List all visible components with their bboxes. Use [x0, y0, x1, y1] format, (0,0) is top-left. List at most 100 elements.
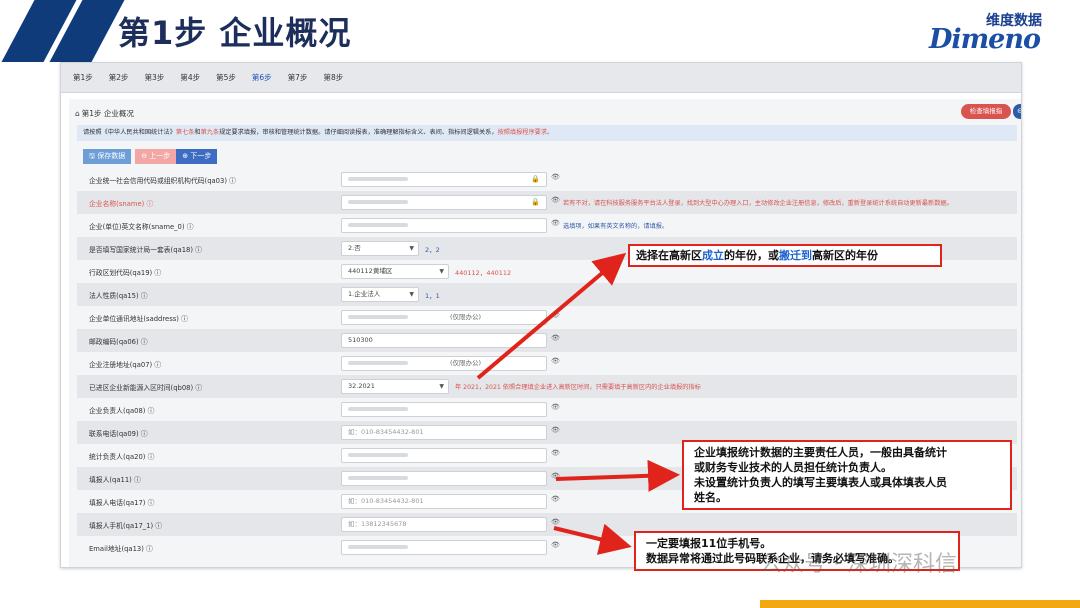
value-hint: 1，1 [425, 292, 440, 300]
notice-banner: 请按照《中华人民共和国统计法》第七条和第九条规定要求填报，审核和管理统计数据。请… [77, 125, 1017, 141]
help-icon[interactable]: ⓘ [193, 384, 202, 392]
redacted-value [348, 476, 408, 480]
tab-step-7[interactable]: 第7步 [280, 72, 316, 83]
tab-step-6[interactable]: 第6步 [244, 72, 280, 83]
help-icon[interactable]: ⓘ [132, 476, 141, 484]
check-report-button[interactable]: 检查填报指 [961, 104, 1011, 119]
eye-icon[interactable]: 👁 [551, 403, 560, 411]
form-row: 企业注册地址(qa07) ⓘ (仅限办公) 👁 [77, 352, 1017, 375]
next-step-button[interactable]: ⊕ 下一步 [176, 149, 218, 164]
text-input[interactable]: 510300 [341, 333, 547, 348]
text-input[interactable]: (仅限办公) [341, 356, 547, 371]
logo-en-text: Dimeno [928, 24, 1041, 55]
help-icon[interactable]: ⓘ [193, 246, 202, 254]
eye-icon[interactable]: 👁 [551, 541, 560, 549]
select-field[interactable]: 1.企业法人 ▼ [341, 287, 419, 302]
redacted-value [348, 200, 408, 204]
chevron-down-icon: ▼ [409, 245, 414, 252]
select-field[interactable]: 32.2021 ▼ [341, 379, 449, 394]
help-icon[interactable]: ⓘ [179, 315, 188, 323]
redacted-value [348, 177, 408, 181]
chevron-down-icon: ▼ [409, 291, 414, 298]
help-icon[interactable]: ⓘ [145, 499, 155, 507]
field-label: 邮政编码(qa06) ⓘ [89, 338, 148, 346]
dimeno-logo: 维度数据 Dimeno [912, 10, 1042, 58]
field-label: 已进区企业新能源入区时间(qb08) ⓘ [89, 384, 203, 392]
save-data-button[interactable]: 🖫 保存数据 [83, 149, 132, 164]
action-buttons: 🖫 保存数据 ⊖ 上一步 ⊕ 下一步 [83, 149, 218, 164]
text-input[interactable]: 🔒 [341, 195, 547, 210]
form-row: 企业单位通讯地址(saddress) ⓘ (仅限办公) 👁 [77, 306, 1017, 329]
tab-step-8[interactable]: 第8步 [315, 72, 351, 83]
eye-icon[interactable]: 👁 [551, 334, 560, 342]
tab-step-5[interactable]: 第5步 [208, 72, 244, 83]
steps-tab-bar: 第1步 第2步 第3步 第4步 第5步 第6步 第7步 第8步 [61, 63, 1021, 93]
redacted-value [348, 407, 408, 411]
eye-icon[interactable]: 👁 [551, 357, 560, 365]
field-label: 企业统一社会信用代码或组织机构代码(qa03) ⓘ [89, 177, 236, 185]
help-icon[interactable]: ⓘ [185, 223, 194, 231]
form-row: 邮政编码(qa06) ⓘ 510300 👁 [77, 329, 1017, 352]
eye-icon[interactable]: 👁 [551, 472, 560, 480]
text-input[interactable] [341, 448, 547, 463]
tab-step-3[interactable]: 第3步 [137, 72, 173, 83]
form-row: 企业(单位)英文名称(sname_0) ⓘ 👁 选填项，如果有英文名称的，请填报。 [77, 214, 1017, 237]
text-input[interactable] [341, 540, 547, 555]
home-icon[interactable]: ⌂ [75, 109, 80, 118]
chevron-down-icon: ▼ [439, 383, 444, 390]
field-label: 是否填写国家统计局一套表(qa18) ⓘ [89, 246, 202, 254]
help-icon[interactable]: ⓘ [152, 361, 161, 369]
text-input[interactable] [341, 218, 547, 233]
field-note: 选填项，如果有英文名称的，请填报。 [563, 223, 669, 230]
field-label: 填报人手机(qa17_1) ⓘ [89, 522, 163, 530]
help-icon[interactable]: ⓘ [139, 338, 148, 346]
notice-text: 第七条 [175, 129, 195, 136]
help-icon[interactable]: ⓘ [144, 545, 153, 553]
redacted-value [348, 545, 408, 549]
form-row: 企业负责人(qa08) ⓘ 👁 [77, 398, 1017, 421]
text-input[interactable]: 如：13812345678 [341, 517, 547, 532]
text-input[interactable] [341, 402, 547, 417]
text-input[interactable]: (仅限办公) [341, 310, 547, 325]
value-hint: 440112，440112 [455, 269, 512, 277]
redacted-value [348, 315, 408, 319]
eye-icon[interactable]: 👁 [551, 311, 560, 319]
help-icon[interactable]: ⓘ [227, 177, 236, 185]
more-button[interactable]: ⊖ [1013, 104, 1021, 119]
save-icon: 🖫 [89, 152, 98, 160]
eye-icon[interactable]: 👁 [551, 426, 560, 434]
help-icon[interactable]: ⓘ [153, 522, 162, 530]
tab-step-2[interactable]: 第2步 [101, 72, 137, 83]
help-icon[interactable]: ⓘ [145, 407, 155, 415]
field-note: 年 2021，2021 依照合理填企业进入高新区时间，只需要填于高新区内的企业填… [455, 384, 701, 391]
eye-icon[interactable]: 👁 [551, 495, 560, 503]
field-suffix: (仅限办公) [450, 359, 482, 367]
text-input[interactable]: 如：010-83454432-801 [341, 425, 547, 440]
help-icon[interactable]: ⓘ [139, 292, 148, 300]
field-label: 法人性质(qa15) ⓘ [89, 292, 148, 300]
text-input[interactable]: 如：010-83454432-801 [341, 494, 547, 509]
field-label: 企业负责人(qa08) ⓘ [89, 407, 155, 415]
eye-icon[interactable]: 👁 [551, 196, 560, 204]
callout-stat-responsible: 企业填报统计数据的主要责任人员，一般由具备统计 或财务专业技术的人员担任统计负责… [682, 440, 1012, 510]
text-input[interactable]: 🔒 [341, 172, 547, 187]
field-label: 企业单位通讯地址(saddress) ⓘ [89, 315, 188, 323]
tab-step-4[interactable]: 第4步 [172, 72, 208, 83]
eye-icon[interactable]: 👁 [551, 219, 560, 227]
bottom-orange-bar [760, 600, 1080, 608]
eye-icon[interactable]: 👁 [551, 449, 560, 457]
text-input[interactable] [341, 471, 547, 486]
help-icon[interactable]: ⓘ [139, 430, 148, 438]
lock-icon: 🔒 [531, 175, 540, 183]
select-field[interactable]: 2.否 ▼ [341, 241, 419, 256]
help-icon[interactable]: ⓘ [144, 200, 153, 208]
prev-step-button[interactable]: ⊖ 上一步 [135, 149, 177, 164]
notice-text: 规定要求填报，审核和管理统计数据。请仔细阅读报表，准确理解指标含义、表间、指标间… [219, 129, 498, 136]
select-field[interactable]: 440112黄埔区 ▼ [341, 264, 449, 279]
field-label: 企业(单位)英文名称(sname_0) ⓘ [89, 223, 194, 231]
help-icon[interactable]: ⓘ [152, 269, 161, 277]
tab-step-1[interactable]: 第1步 [65, 72, 101, 83]
eye-icon[interactable]: 👁 [551, 173, 560, 181]
eye-icon[interactable]: 👁 [551, 518, 560, 526]
help-icon[interactable]: ⓘ [145, 453, 155, 461]
